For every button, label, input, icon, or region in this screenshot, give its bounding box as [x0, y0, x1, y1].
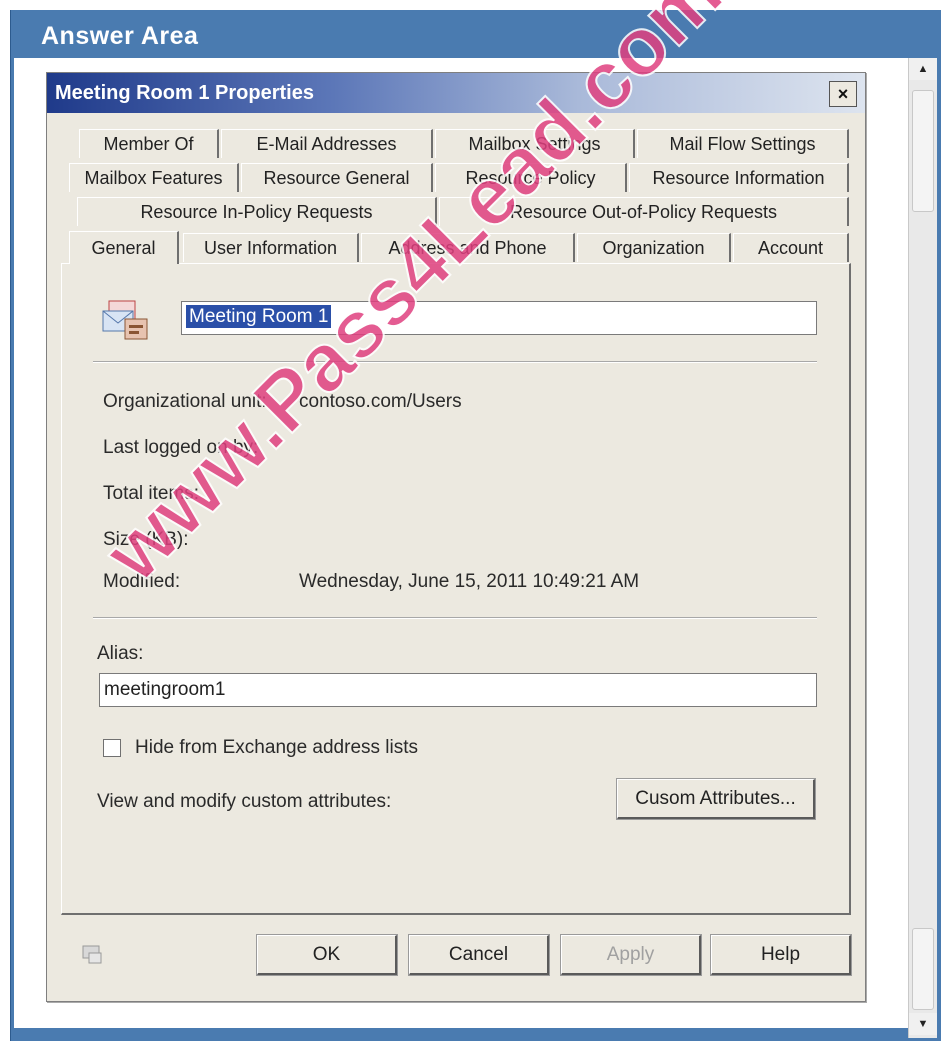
hide-from-address-lists-label: Hide from Exchange address lists [135, 737, 419, 758]
dialog-title: Meeting Room 1 Properties [55, 82, 314, 104]
tab-resource-general[interactable]: Resource General [241, 163, 433, 192]
answer-area-title: Answer Area [41, 22, 199, 50]
meeting-room-mailbox-icon [102, 300, 148, 340]
scroll-up-icon[interactable]: ▲ [909, 58, 937, 80]
total-items-label: Total items: [103, 483, 200, 504]
tab-general[interactable]: General [69, 231, 179, 264]
close-icon: × [837, 83, 849, 104]
alias-label: Alias: [97, 643, 144, 664]
scroll-thumb-lower[interactable] [912, 928, 934, 1010]
size-label: Size (KB): [103, 529, 189, 550]
modified-value: Wednesday, June 15, 2011 10:49:21 AM [299, 571, 640, 592]
apply-button[interactable]: Apply [560, 934, 702, 976]
hide-from-address-lists-checkbox[interactable] [103, 739, 121, 757]
tab-mailbox-settings[interactable]: Mailbox Settings [435, 129, 635, 158]
last-logged-label: Last logged on by: [103, 437, 259, 458]
ou-label: Organizational unit: [103, 391, 267, 412]
tab-address-and-phone[interactable]: Address and Phone [361, 233, 575, 262]
tab-account[interactable]: Account [733, 233, 849, 262]
close-button[interactable]: × [829, 81, 857, 107]
cancel-button[interactable]: Cancel [408, 934, 550, 976]
ou-value: contoso.com/Users [299, 391, 462, 412]
separator-top [93, 361, 817, 363]
scroll-thumb[interactable] [912, 90, 934, 212]
dialog-titlebar: Meeting Room 1 Properties × [47, 73, 865, 113]
properties-dialog: Meeting Room 1 Properties × Member Of E-… [46, 72, 866, 1002]
tab-resource-out-of-policy[interactable]: Resource Out-of-Policy Requests [439, 197, 849, 226]
tab-mailbox-features[interactable]: Mailbox Features [69, 163, 239, 192]
help-button[interactable]: Help [710, 934, 852, 976]
modified-label: Modified: [103, 571, 181, 592]
tab-resource-information[interactable]: Resource Information [629, 163, 849, 192]
custom-attributes-label: View and modify custom attributes: [97, 791, 392, 812]
alias-input[interactable]: meetingroom1 [99, 673, 817, 707]
display-name-selection: Meeting Room 1 [186, 305, 332, 328]
custom-attributes-button[interactable]: Cusom Attributes... [616, 778, 816, 820]
tab-resource-in-policy[interactable]: Resource In-Policy Requests [77, 197, 437, 226]
scroll-down-icon[interactable]: ▼ [909, 1013, 937, 1035]
ok-button[interactable]: OK [256, 934, 398, 976]
tab-mail-flow-settings[interactable]: Mail Flow Settings [637, 129, 849, 158]
separator-middle [93, 617, 817, 619]
tab-organization[interactable]: Organization [577, 233, 731, 262]
tab-user-information[interactable]: User Information [183, 233, 359, 262]
vertical-scrollbar[interactable]: ▲ ▼ [908, 58, 937, 1038]
display-name-input[interactable]: Meeting Room 1 [181, 301, 817, 335]
tab-resource-policy[interactable]: Resource Policy [435, 163, 627, 192]
tab-email-addresses[interactable]: E-Mail Addresses [221, 129, 433, 158]
help-icon [82, 945, 102, 964]
tab-member-of[interactable]: Member Of [79, 129, 219, 158]
